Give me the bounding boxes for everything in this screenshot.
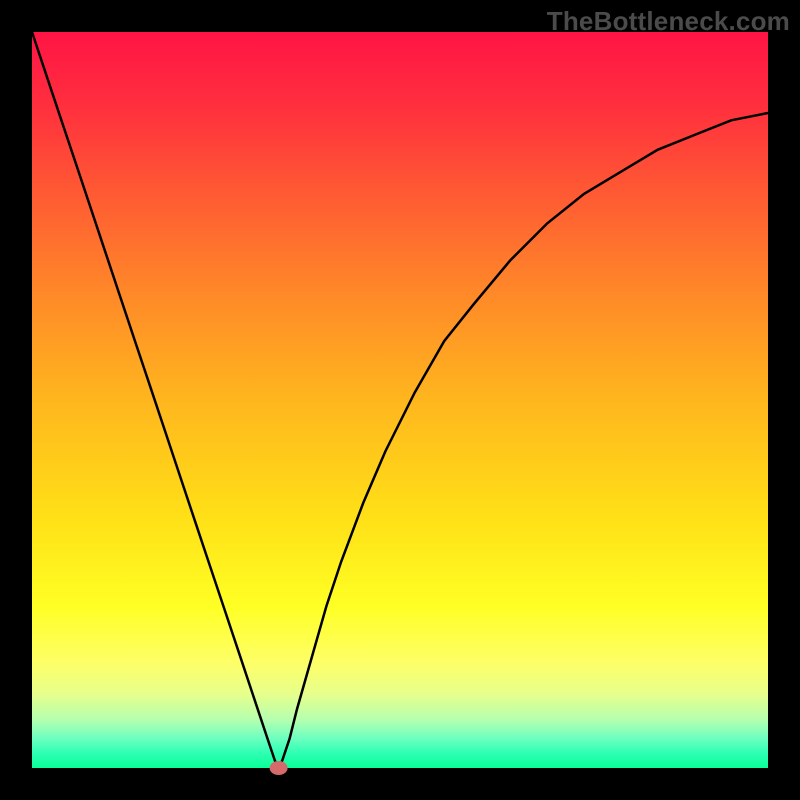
watermark-label: TheBottleneck.com	[547, 6, 790, 37]
chart-svg	[0, 0, 800, 800]
chart-root: TheBottleneck.com	[0, 0, 800, 800]
bottleneck-curve	[32, 32, 768, 768]
minimum-marker	[270, 761, 288, 775]
